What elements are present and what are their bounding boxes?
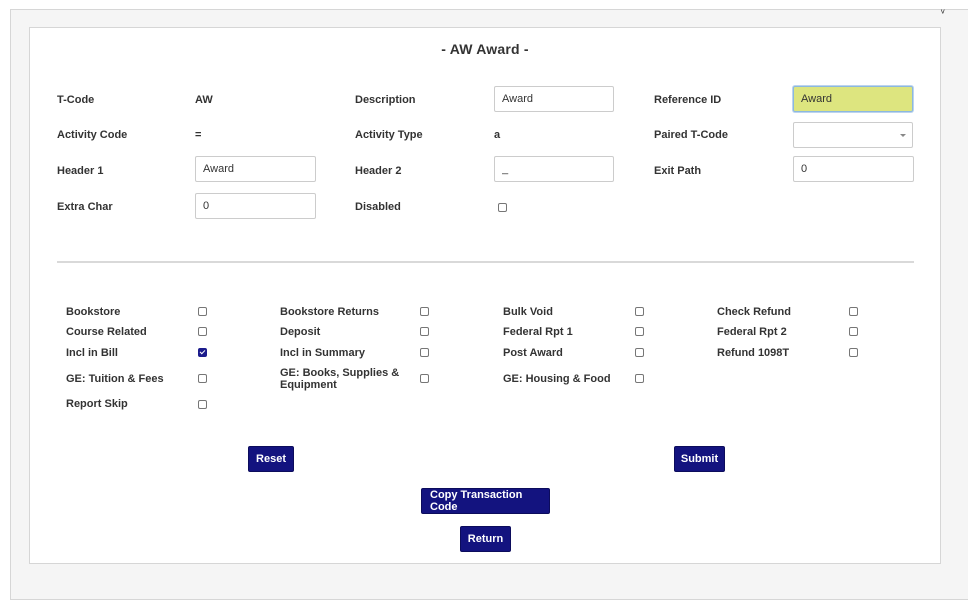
copy-transaction-code-button[interactable]: Copy Transaction Code — [421, 488, 550, 514]
paired-tcode-label: Paired T-Code — [654, 129, 728, 141]
ge-housing-label: GE: Housing & Food — [503, 373, 611, 385]
ge-tuition-label: GE: Tuition & Fees — [66, 373, 164, 385]
corner-glyph: ᵥ — [941, 4, 945, 16]
page-title: - AW Award - — [441, 41, 529, 57]
disabled-checkbox[interactable] — [498, 203, 507, 212]
check-refund-checkbox[interactable] — [849, 307, 858, 316]
federal-rpt1-checkbox[interactable] — [635, 327, 644, 336]
extra-char-label: Extra Char — [57, 201, 113, 213]
tcode-label: T-Code — [57, 94, 95, 106]
ge-tuition-checkbox[interactable] — [198, 374, 207, 383]
activity-code-value: = — [195, 129, 202, 141]
course-related-label: Course Related — [66, 326, 147, 338]
incl-in-bill-label: Incl in Bill — [66, 347, 118, 359]
activity-code-label: Activity Code — [57, 129, 128, 141]
report-skip-label: Report Skip — [66, 398, 128, 410]
bookstore-returns-label: Bookstore Returns — [280, 306, 380, 318]
check-refund-label: Check Refund — [717, 306, 791, 318]
description-label: Description — [355, 94, 416, 106]
post-award-checkbox[interactable] — [635, 348, 644, 357]
submit-button[interactable]: Submit — [674, 446, 725, 472]
federal-rpt1-label: Federal Rpt 1 — [503, 326, 573, 338]
bookstore-checkbox[interactable] — [198, 307, 207, 316]
incl-in-bill-checkbox[interactable] — [198, 348, 207, 357]
header2-label: Header 2 — [355, 165, 402, 177]
federal-rpt2-label: Federal Rpt 2 — [717, 326, 787, 338]
bulk-void-checkbox[interactable] — [635, 307, 644, 316]
federal-rpt2-checkbox[interactable] — [849, 327, 858, 336]
reference-id-input[interactable] — [793, 86, 913, 112]
header2-input[interactable] — [494, 156, 614, 182]
header1-input[interactable] — [195, 156, 316, 182]
tcode-value: AW — [195, 94, 213, 106]
course-related-checkbox[interactable] — [198, 327, 207, 336]
reset-button[interactable]: Reset — [248, 446, 294, 472]
return-button[interactable]: Return — [460, 526, 511, 552]
chevron-down-icon — [900, 134, 906, 137]
paired-tcode-select[interactable] — [793, 122, 913, 148]
extra-char-input[interactable] — [195, 193, 316, 219]
bookstore-returns-checkbox[interactable] — [420, 307, 429, 316]
ge-books-label: GE: Books, Supplies & Equipment — [280, 367, 400, 391]
ge-housing-checkbox[interactable] — [635, 374, 644, 383]
form-panel: - AW Award - T-Code AW Description Refer… — [29, 27, 941, 564]
refund-1098t-checkbox[interactable] — [849, 348, 858, 357]
bulk-void-label: Bulk Void — [503, 306, 553, 318]
bookstore-label: Bookstore — [66, 306, 121, 318]
reference-id-label: Reference ID — [654, 94, 722, 106]
deposit-checkbox[interactable] — [420, 327, 429, 336]
exit-path-label: Exit Path — [654, 165, 702, 177]
ge-books-checkbox[interactable] — [420, 374, 429, 383]
exit-path-input[interactable] — [793, 156, 914, 182]
description-input[interactable] — [494, 86, 614, 112]
activity-type-label: Activity Type — [355, 129, 423, 141]
disabled-label: Disabled — [355, 201, 401, 213]
refund-1098t-label: Refund 1098T — [717, 347, 790, 359]
activity-type-value: a — [494, 129, 501, 141]
section-divider — [57, 261, 914, 263]
report-skip-checkbox[interactable] — [198, 400, 207, 409]
header1-label: Header 1 — [57, 165, 104, 177]
deposit-label: Deposit — [280, 326, 321, 338]
incl-in-summary-checkbox[interactable] — [420, 348, 429, 357]
incl-in-summary-label: Incl in Summary — [280, 347, 365, 359]
post-award-label: Post Award — [503, 347, 563, 359]
